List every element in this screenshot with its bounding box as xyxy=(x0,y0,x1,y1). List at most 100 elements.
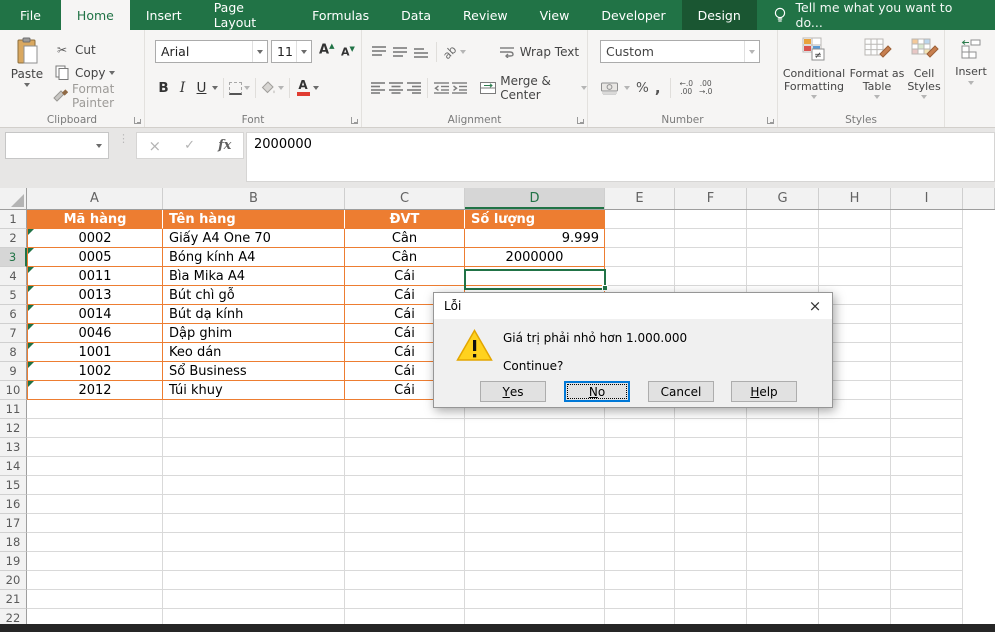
font-name-combo[interactable]: Arial xyxy=(155,40,268,63)
font-color-button[interactable]: A xyxy=(295,80,311,96)
cell-B19[interactable] xyxy=(163,552,345,571)
cell-B1[interactable]: Tên hàng xyxy=(163,210,345,229)
column-header-I[interactable]: I xyxy=(891,188,963,209)
cell-C16[interactable] xyxy=(345,495,465,514)
cell-F1[interactable] xyxy=(675,210,747,229)
clipboard-dialog-launcher[interactable] xyxy=(134,117,141,124)
column-header-E[interactable]: E xyxy=(605,188,675,209)
comma-style-button[interactable]: , xyxy=(655,83,661,93)
cell-G19[interactable] xyxy=(747,552,819,571)
cell-F3[interactable] xyxy=(675,248,747,267)
align-left-icon[interactable] xyxy=(370,80,385,96)
cell-D13[interactable] xyxy=(465,438,605,457)
row-header-10[interactable]: 10 xyxy=(0,381,27,400)
cell-E15[interactable] xyxy=(605,476,675,495)
cell-F13[interactable] xyxy=(675,438,747,457)
cell-H3[interactable] xyxy=(819,248,891,267)
cell-C12[interactable] xyxy=(345,419,465,438)
cell-F17[interactable] xyxy=(675,514,747,533)
tab-review[interactable]: Review xyxy=(447,0,524,30)
decrease-indent-icon[interactable] xyxy=(434,80,449,96)
formula-bar-splitter[interactable]: ⋮ xyxy=(118,136,129,142)
cell-H4[interactable] xyxy=(819,267,891,286)
cell-I9[interactable] xyxy=(891,362,963,381)
cell-C14[interactable] xyxy=(345,457,465,476)
increase-font-size-button[interactable]: A▲ xyxy=(319,42,334,57)
tab-view[interactable]: View xyxy=(524,0,586,30)
cell-styles-button[interactable]: Cell Styles xyxy=(906,36,942,99)
cell-F19[interactable] xyxy=(675,552,747,571)
select-all-button[interactable] xyxy=(0,188,27,209)
cell-A2[interactable]: 0002 xyxy=(27,229,163,248)
cell-H12[interactable] xyxy=(819,419,891,438)
cell-H14[interactable] xyxy=(819,457,891,476)
dialog-button-cancel[interactable]: Cancel xyxy=(648,381,714,402)
cell-C2[interactable]: Cân xyxy=(345,229,465,248)
row-header-17[interactable]: 17 xyxy=(0,514,27,533)
cell-I2[interactable] xyxy=(891,229,963,248)
fill-color-chevron[interactable] xyxy=(278,86,284,90)
cell-B8[interactable]: Keo dán xyxy=(163,343,345,362)
formula-input[interactable]: 2000000 xyxy=(246,132,995,182)
row-header-9[interactable]: 9 xyxy=(0,362,27,381)
row-header-21[interactable]: 21 xyxy=(0,590,27,609)
cell-F12[interactable] xyxy=(675,419,747,438)
cell-C21[interactable] xyxy=(345,590,465,609)
paste-button[interactable]: Paste xyxy=(8,37,46,113)
row-header-11[interactable]: 11 xyxy=(0,400,27,419)
cell-E3[interactable] xyxy=(605,248,675,267)
cell-B18[interactable] xyxy=(163,533,345,552)
cell-D16[interactable] xyxy=(465,495,605,514)
cell-B15[interactable] xyxy=(163,476,345,495)
cell-E13[interactable] xyxy=(605,438,675,457)
alignment-dialog-launcher[interactable] xyxy=(577,117,584,124)
cell-G4[interactable] xyxy=(747,267,819,286)
cell-A16[interactable] xyxy=(27,495,163,514)
cell-B12[interactable] xyxy=(163,419,345,438)
cell-A18[interactable] xyxy=(27,533,163,552)
merge-center-button[interactable]: Merge & Center xyxy=(480,74,587,102)
decrease-decimal-button[interactable]: .00 →.0 xyxy=(699,80,712,96)
cell-H13[interactable] xyxy=(819,438,891,457)
cell-G15[interactable] xyxy=(747,476,819,495)
number-dialog-launcher[interactable] xyxy=(767,117,774,124)
cell-B5[interactable]: Bút chì gỗ xyxy=(163,286,345,305)
cell-I16[interactable] xyxy=(891,495,963,514)
cell-D1[interactable]: Số lượng xyxy=(465,210,605,229)
tell-me-box[interactable]: Tell me what you want to do... xyxy=(757,0,995,30)
cell-C17[interactable] xyxy=(345,514,465,533)
number-format-combo[interactable]: Custom xyxy=(600,40,760,63)
bold-button[interactable]: B xyxy=(155,80,172,96)
cell-G1[interactable] xyxy=(747,210,819,229)
cell-I1[interactable] xyxy=(891,210,963,229)
cell-B10[interactable]: Túi khuy xyxy=(163,381,345,400)
increase-decimal-button[interactable]: ←.0 .00 xyxy=(680,80,693,96)
cell-H18[interactable] xyxy=(819,533,891,552)
increase-indent-icon[interactable] xyxy=(452,80,467,96)
cell-I8[interactable] xyxy=(891,343,963,362)
cell-I19[interactable] xyxy=(891,552,963,571)
borders-chevron[interactable] xyxy=(244,86,250,90)
copy-button[interactable]: Copy xyxy=(50,62,144,83)
column-header-A[interactable]: A xyxy=(27,188,163,209)
column-header-H[interactable]: H xyxy=(819,188,891,209)
row-header-8[interactable]: 8 xyxy=(0,343,27,362)
cell-A15[interactable] xyxy=(27,476,163,495)
cell-A20[interactable] xyxy=(27,571,163,590)
cell-A12[interactable] xyxy=(27,419,163,438)
cell-F15[interactable] xyxy=(675,476,747,495)
cell-A14[interactable] xyxy=(27,457,163,476)
chevron-down-icon[interactable] xyxy=(744,41,759,62)
percent-style-button[interactable]: % xyxy=(636,80,649,96)
decrease-font-size-button[interactable]: A▼ xyxy=(341,45,355,59)
column-header-D[interactable]: D xyxy=(465,188,605,209)
align-middle-icon[interactable] xyxy=(391,44,409,60)
merge-center-chevron[interactable] xyxy=(581,86,587,90)
cell-H17[interactable] xyxy=(819,514,891,533)
wrap-text-button[interactable]: Wrap Text xyxy=(498,44,579,60)
cell-I15[interactable] xyxy=(891,476,963,495)
cell-G17[interactable] xyxy=(747,514,819,533)
cell-E16[interactable] xyxy=(605,495,675,514)
insert-cells-button[interactable]: Insert xyxy=(951,36,991,85)
cell-D15[interactable] xyxy=(465,476,605,495)
